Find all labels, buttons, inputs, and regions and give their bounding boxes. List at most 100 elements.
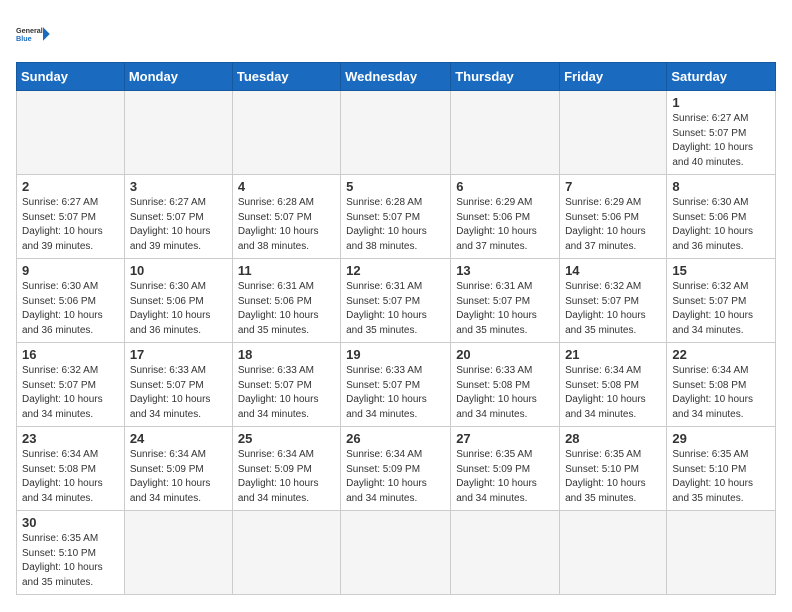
day-number: 4 [238,179,335,194]
day-info: Sunrise: 6:34 AM Sunset: 5:08 PM Dayligh… [565,364,661,422]
day-number: 5 [346,179,445,194]
logo: GeneralBlue [16,16,52,52]
calendar-cell: 1 Sunrise: 6:27 AM Sunset: 5:07 PM Daylig… [667,91,776,175]
calendar-week-3: 9Sunrise: 6:30 AM Sunset: 5:06 PM Daylig… [17,259,776,343]
day-info: Sunrise: 6:34 AM Sunset: 5:09 PM Dayligh… [130,448,227,506]
calendar-cell [341,91,451,175]
calendar-cell: 21 Sunrise: 6:34 AM Sunset: 5:08 PM Dayli… [560,343,667,427]
day-info: Sunrise: 6:35 AM Sunset: 5:10 PM Dayligh… [672,448,770,506]
calendar-cell [232,511,340,595]
weekday-header-row: SundayMondayTuesdayWednesdayThursdayFrid… [17,63,776,91]
calendar-cell [451,91,560,175]
day-info: Sunrise: 6:33 AM Sunset: 5:08 PM Dayligh… [456,364,554,422]
calendar-cell: 29 Sunrise: 6:35 AM Sunset: 5:10 PM Dayli… [667,427,776,511]
day-number: 6 [456,179,554,194]
day-info: Sunrise: 6:32 AM Sunset: 5:07 PM Dayligh… [22,364,119,422]
day-info: Sunrise: 6:27 AM Sunset: 5:07 PM Dayligh… [22,196,119,254]
day-info: Sunrise: 6:30 AM Sunset: 5:06 PM Dayligh… [22,280,119,338]
day-info: Sunrise: 6:28 AM Sunset: 5:07 PM Dayligh… [238,196,335,254]
day-number: 22 [672,347,770,362]
logo-icon: GeneralBlue [16,16,52,52]
calendar-week-4: 16 Sunrise: 6:32 AM Sunset: 5:07 PM Dayli… [17,343,776,427]
day-info: Sunrise: 6:29 AM Sunset: 5:06 PM Dayligh… [565,196,661,254]
calendar-cell: 6 Sunrise: 6:29 AM Sunset: 5:06 PM Daylig… [451,175,560,259]
day-info: Sunrise: 6:31 AM Sunset: 5:07 PM Dayligh… [346,280,445,338]
day-info: Sunrise: 6:33 AM Sunset: 5:07 PM Dayligh… [130,364,227,422]
day-number: 25 [238,431,335,446]
calendar-cell [232,91,340,175]
day-info: Sunrise: 6:35 AM Sunset: 5:10 PM Dayligh… [565,448,661,506]
day-number: 2 [22,179,119,194]
day-info: Sunrise: 6:34 AM Sunset: 5:08 PM Dayligh… [22,448,119,506]
calendar-cell: 28 Sunrise: 6:35 AM Sunset: 5:10 PM Dayli… [560,427,667,511]
day-number: 27 [456,431,554,446]
weekday-header-friday: Friday [560,63,667,91]
calendar-week-6: 30Sunrise: 6:35 AM Sunset: 5:10 PM Dayli… [17,511,776,595]
svg-text:General: General [16,26,43,35]
calendar-cell [560,511,667,595]
calendar-cell: 12 Sunrise: 6:31 AM Sunset: 5:07 PM Dayli… [341,259,451,343]
day-info: Sunrise: 6:27 AM Sunset: 5:07 PM Dayligh… [672,112,770,170]
calendar-cell: 10Sunrise: 6:30 AM Sunset: 5:06 PM Dayli… [124,259,232,343]
calendar-week-5: 23Sunrise: 6:34 AM Sunset: 5:08 PM Dayli… [17,427,776,511]
day-number: 7 [565,179,661,194]
day-info: Sunrise: 6:28 AM Sunset: 5:07 PM Dayligh… [346,196,445,254]
calendar-cell: 25 Sunrise: 6:34 AM Sunset: 5:09 PM Dayli… [232,427,340,511]
day-number: 18 [238,347,335,362]
calendar-cell: 22Sunrise: 6:34 AM Sunset: 5:08 PM Dayli… [667,343,776,427]
day-info: Sunrise: 6:34 AM Sunset: 5:09 PM Dayligh… [238,448,335,506]
day-number: 15 [672,263,770,278]
day-info: Sunrise: 6:31 AM Sunset: 5:06 PM Dayligh… [238,280,335,338]
calendar-cell: 3Sunrise: 6:27 AM Sunset: 5:07 PM Daylig… [124,175,232,259]
day-number: 20 [456,347,554,362]
calendar-cell: 24Sunrise: 6:34 AM Sunset: 5:09 PM Dayli… [124,427,232,511]
calendar-table: SundayMondayTuesdayWednesdayThursdayFrid… [16,62,776,595]
day-number: 1 [672,95,770,110]
weekday-header-tuesday: Tuesday [232,63,340,91]
day-number: 14 [565,263,661,278]
calendar-cell [124,91,232,175]
calendar-week-2: 2 Sunrise: 6:27 AM Sunset: 5:07 PM Daylig… [17,175,776,259]
calendar-cell: 5 Sunrise: 6:28 AM Sunset: 5:07 PM Daylig… [341,175,451,259]
day-info: Sunrise: 6:30 AM Sunset: 5:06 PM Dayligh… [672,196,770,254]
day-info: Sunrise: 6:29 AM Sunset: 5:06 PM Dayligh… [456,196,554,254]
calendar-cell: 16 Sunrise: 6:32 AM Sunset: 5:07 PM Dayli… [17,343,125,427]
day-number: 8 [672,179,770,194]
calendar-cell: 18 Sunrise: 6:33 AM Sunset: 5:07 PM Dayli… [232,343,340,427]
calendar-cell: 11 Sunrise: 6:31 AM Sunset: 5:06 PM Dayli… [232,259,340,343]
weekday-header-monday: Monday [124,63,232,91]
weekday-header-saturday: Saturday [667,63,776,91]
day-number: 13 [456,263,554,278]
calendar-cell [560,91,667,175]
day-info: Sunrise: 6:31 AM Sunset: 5:07 PM Dayligh… [456,280,554,338]
calendar-cell [451,511,560,595]
page-header: GeneralBlue [16,16,776,52]
day-number: 26 [346,431,445,446]
weekday-header-sunday: Sunday [17,63,125,91]
calendar-cell [667,511,776,595]
day-info: Sunrise: 6:32 AM Sunset: 5:07 PM Dayligh… [672,280,770,338]
day-number: 12 [346,263,445,278]
day-number: 17 [130,347,227,362]
day-info: Sunrise: 6:27 AM Sunset: 5:07 PM Dayligh… [130,196,227,254]
calendar-cell: 8 Sunrise: 6:30 AM Sunset: 5:06 PM Daylig… [667,175,776,259]
day-number: 10 [130,263,227,278]
day-info: Sunrise: 6:33 AM Sunset: 5:07 PM Dayligh… [238,364,335,422]
day-number: 11 [238,263,335,278]
svg-text:Blue: Blue [16,34,32,43]
calendar-cell: 20 Sunrise: 6:33 AM Sunset: 5:08 PM Dayli… [451,343,560,427]
calendar-cell: 9Sunrise: 6:30 AM Sunset: 5:06 PM Daylig… [17,259,125,343]
calendar-cell: 27Sunrise: 6:35 AM Sunset: 5:09 PM Dayli… [451,427,560,511]
day-number: 21 [565,347,661,362]
calendar-cell: 13 Sunrise: 6:31 AM Sunset: 5:07 PM Dayli… [451,259,560,343]
day-number: 16 [22,347,119,362]
calendar-cell: 2 Sunrise: 6:27 AM Sunset: 5:07 PM Daylig… [17,175,125,259]
calendar-cell: 17 Sunrise: 6:33 AM Sunset: 5:07 PM Dayli… [124,343,232,427]
weekday-header-thursday: Thursday [451,63,560,91]
day-number: 28 [565,431,661,446]
calendar-cell: 15 Sunrise: 6:32 AM Sunset: 5:07 PM Dayli… [667,259,776,343]
calendar-cell [17,91,125,175]
day-number: 29 [672,431,770,446]
day-info: Sunrise: 6:35 AM Sunset: 5:10 PM Dayligh… [22,532,119,590]
calendar-cell: 7 Sunrise: 6:29 AM Sunset: 5:06 PM Daylig… [560,175,667,259]
